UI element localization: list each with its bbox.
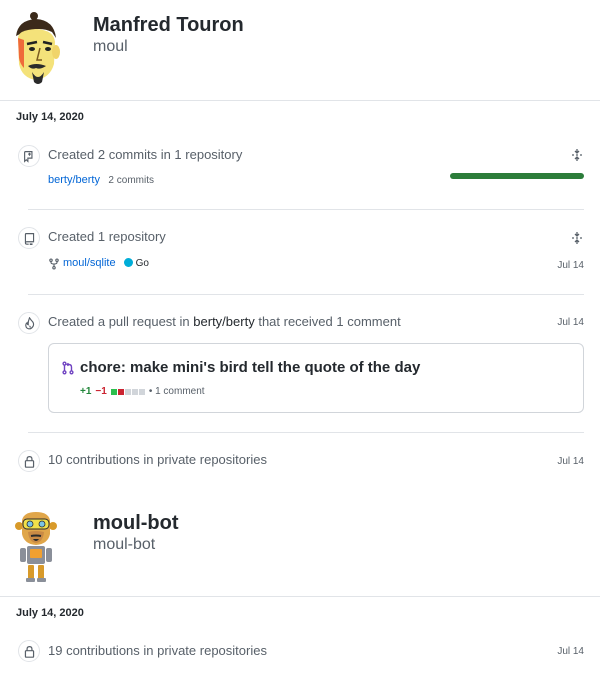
pull-request-card[interactable]: chore: make mini's bird tell the quote o… bbox=[48, 343, 584, 413]
pull-request-stats: +1 −1 • 1 comment bbox=[80, 386, 205, 397]
git-pull-request-icon bbox=[61, 361, 75, 375]
event-title-suffix: that received 1 comment bbox=[258, 314, 401, 329]
date-label: July 14, 2020 bbox=[16, 111, 84, 123]
language-name: Go bbox=[135, 257, 149, 269]
repo-forked-icon bbox=[48, 257, 60, 270]
date-header: July 14, 2020 bbox=[0, 100, 600, 140]
repo-link[interactable]: moul/sqlite bbox=[63, 257, 116, 269]
avatar[interactable] bbox=[14, 510, 58, 584]
avatar[interactable] bbox=[10, 12, 68, 84]
commit-progress-bar bbox=[450, 173, 584, 179]
commit-count: 2 commits bbox=[108, 175, 154, 186]
date-label: July 14, 2020 bbox=[16, 607, 84, 619]
divider bbox=[28, 294, 584, 295]
repo-push-icon bbox=[18, 145, 40, 167]
event-title-prefix: Created a pull request in bbox=[48, 314, 190, 329]
event-date: Jul 14 bbox=[557, 317, 584, 328]
flame-icon bbox=[18, 312, 40, 334]
event-title: Created 1 repository bbox=[48, 229, 166, 244]
repo-link[interactable]: berty/berty bbox=[193, 314, 254, 329]
event-date: Jul 14 bbox=[557, 646, 584, 657]
pull-request-title[interactable]: chore: make mini's bird tell the quote o… bbox=[80, 359, 420, 376]
deletions-count: −1 bbox=[95, 386, 107, 397]
date-header: July 14, 2020 bbox=[0, 596, 600, 636]
divider bbox=[28, 432, 584, 433]
repo-icon bbox=[18, 227, 40, 249]
commit-repo-row: berty/berty 2 commits bbox=[48, 170, 154, 188]
repo-link[interactable]: berty/berty bbox=[48, 174, 100, 186]
fold-icon[interactable] bbox=[570, 148, 584, 162]
event-date: Jul 14 bbox=[557, 260, 584, 271]
comment-count: • 1 comment bbox=[148, 386, 205, 397]
additions-count: +1 bbox=[80, 386, 92, 397]
event-title: Created a pull request in berty/berty th… bbox=[48, 314, 401, 329]
profile-login: moul bbox=[93, 38, 128, 55]
event-title: 19 contributions in private repositories bbox=[48, 643, 267, 658]
language-color-dot bbox=[123, 258, 133, 268]
profile-name[interactable]: Manfred Touron bbox=[93, 14, 244, 37]
diffstat-bar bbox=[110, 388, 145, 395]
fold-icon[interactable] bbox=[570, 231, 584, 245]
event-title: 10 contributions in private repositories bbox=[48, 452, 267, 467]
profile-login: moul-bot bbox=[93, 536, 156, 553]
avatar-illustration bbox=[16, 12, 60, 84]
lock-icon bbox=[18, 450, 40, 472]
event-date: Jul 14 bbox=[557, 456, 584, 467]
language-label: Go bbox=[123, 257, 149, 269]
event-title: Created 2 commits in 1 repository bbox=[48, 147, 243, 162]
lock-icon bbox=[18, 640, 40, 662]
avatar-illustration bbox=[15, 512, 57, 582]
divider bbox=[28, 209, 584, 210]
profile-name[interactable]: moul-bot bbox=[93, 512, 179, 535]
created-repo-row: moul/sqlite Go bbox=[48, 257, 149, 270]
